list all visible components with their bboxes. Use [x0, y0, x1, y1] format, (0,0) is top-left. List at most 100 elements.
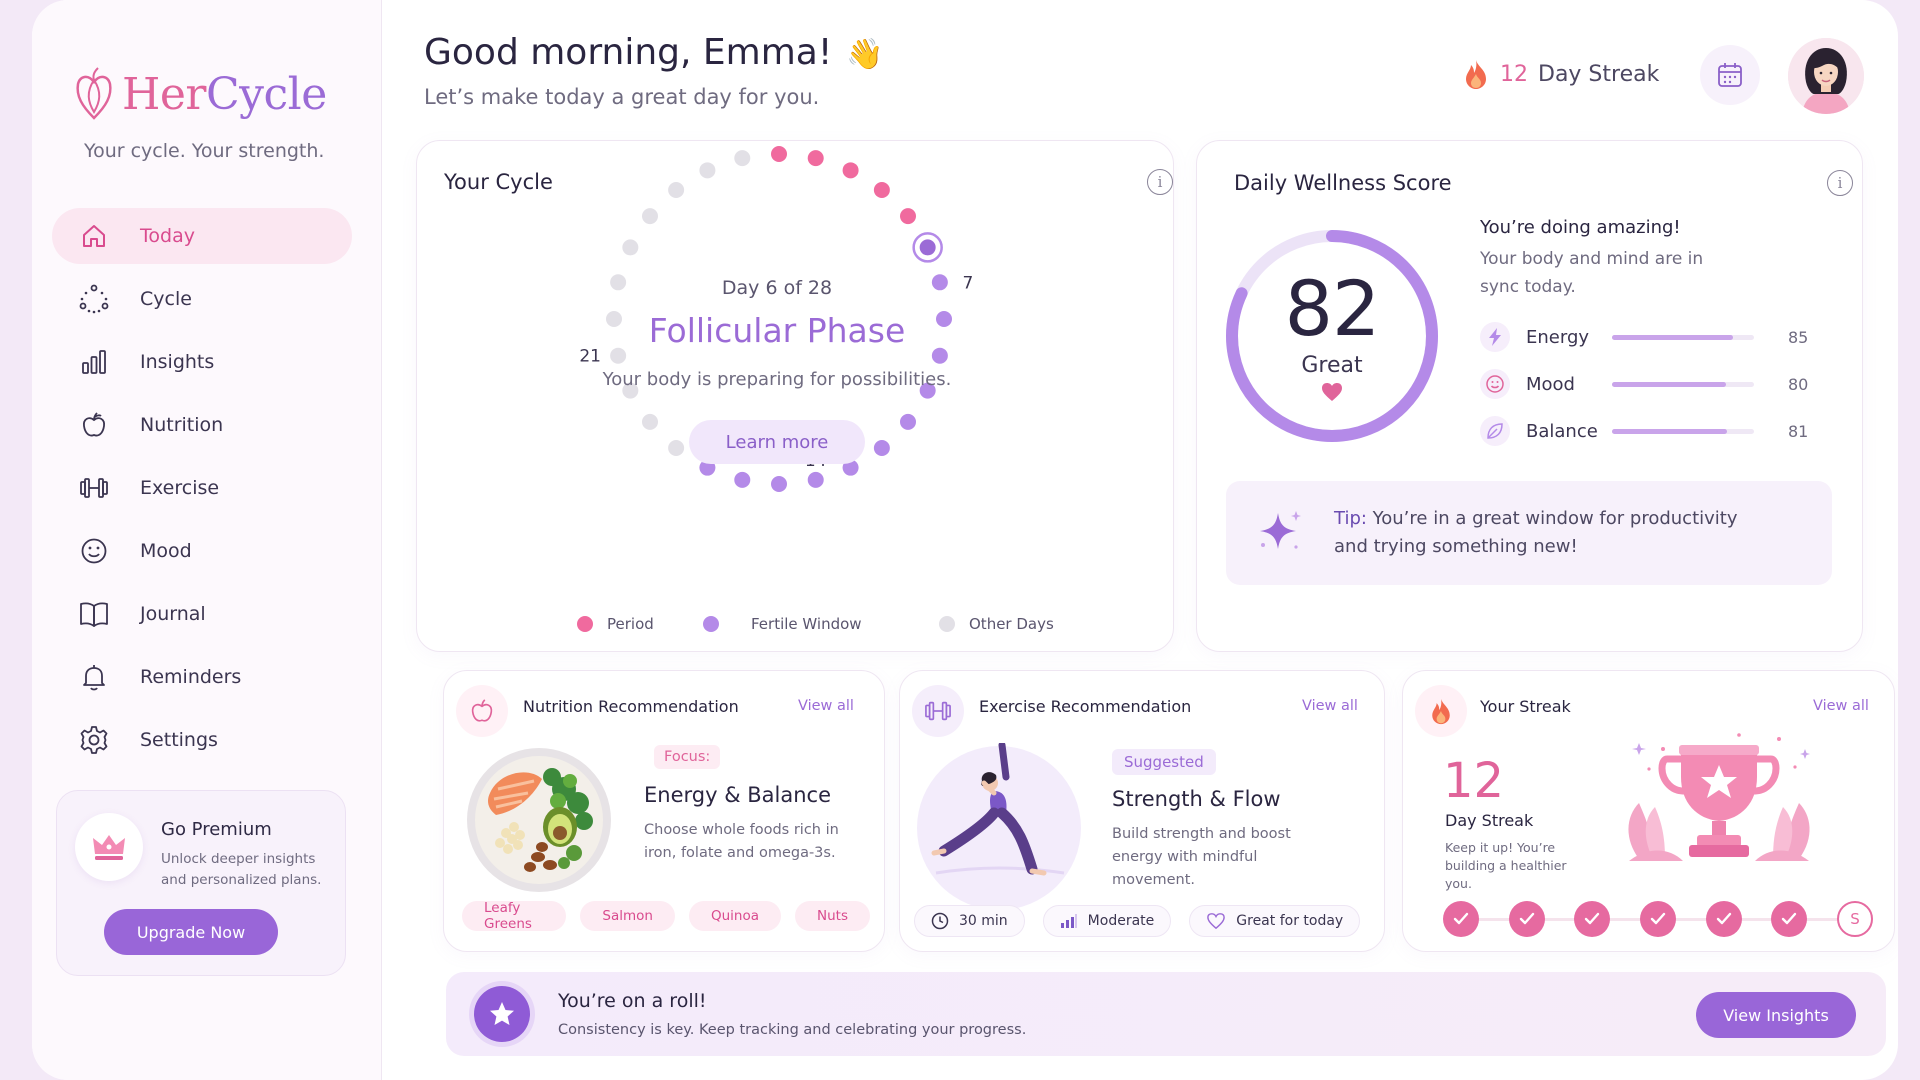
chip-label: 30 min [959, 913, 1008, 929]
cycle-day-dot-fertile[interactable] [734, 471, 751, 488]
tag-salmon[interactable]: Salmon [580, 901, 675, 931]
wellness-score: 82 Great [1227, 269, 1437, 406]
legend-swatch-other [939, 616, 955, 632]
sidebar-item-insights[interactable]: Insights [52, 334, 352, 390]
tip-body: You’re in a great window for productivit… [1334, 508, 1738, 557]
page-title: Good morning, Emma! 👋 [424, 32, 884, 73]
streak-description: Keep it up! You’re building a healthier … [1445, 840, 1567, 891]
metric-bar [1612, 428, 1754, 434]
brand-tagline: Your cycle. Your strength. [84, 140, 325, 162]
suggested-badge: Suggested [1112, 749, 1216, 775]
tip-prefix: Tip: [1334, 508, 1367, 529]
apple-icon [78, 409, 110, 441]
sidebar-item-label: Today [140, 225, 195, 247]
cycle-day-dot-other[interactable] [622, 239, 639, 256]
exercise-card-title: Exercise Recommendation [979, 697, 1192, 716]
tag-nuts[interactable]: Nuts [795, 901, 870, 931]
streak-number: 12 [1443, 753, 1505, 809]
streak-day-complete-check-icon [1574, 901, 1611, 937]
cycle-day-dot-other[interactable] [668, 181, 685, 198]
metric-bar [1612, 334, 1754, 340]
signal-bars-icon [1060, 913, 1078, 929]
cycle-day: Day 6 of 28 [721, 277, 833, 299]
sidebar-item-label: Settings [140, 729, 218, 751]
yoga-pose-illustration [917, 743, 1081, 910]
sidebar-item-label: Exercise [140, 477, 220, 499]
recommendation-chip: Great for today [1189, 905, 1361, 937]
streak-view-all-link[interactable]: View all [1813, 698, 1869, 714]
streak-label: Day Streak [1445, 811, 1534, 830]
app-window: HerCycle Your cycle. Your strength. Toda… [32, 0, 1898, 1080]
smile-icon [78, 535, 110, 567]
streak-indicator[interactable]: 12 Day Streak [1464, 58, 1659, 90]
bar-chart-icon [78, 346, 110, 378]
chip-label: Moderate [1087, 913, 1155, 929]
cycle-day-dot-other[interactable] [734, 150, 751, 167]
streak-day-complete-check-icon [1443, 901, 1479, 937]
sidebar-nav: Today Cycle Insights Nutrition Exercise … [52, 208, 352, 775]
nutrition-view-all-link[interactable]: View all [798, 698, 854, 714]
calendar-button[interactable] [1700, 45, 1760, 105]
cycle-day-dot-fertile[interactable] [807, 471, 824, 488]
brand-name: HerCycle [122, 69, 327, 120]
nutrition-rec-description: Choose whole foods rich in iron, folate … [644, 822, 839, 861]
trophy-illustration [1628, 733, 1810, 861]
sidebar-item-label: Journal [140, 603, 206, 625]
wellness-score-value: 82 [1284, 264, 1381, 353]
metric-bar-fill [1612, 334, 1733, 340]
metric-bar-fill [1612, 381, 1726, 387]
user-avatar[interactable] [1788, 38, 1864, 114]
sidebar: HerCycle Your cycle. Your strength. Toda… [32, 0, 382, 1080]
sidebar-item-exercise[interactable]: Exercise [52, 460, 352, 516]
sidebar-item-cycle[interactable]: Cycle [52, 271, 352, 327]
wellness-description: Your body and mind are in sync today. [1480, 249, 1704, 297]
dumbbell-icon [912, 685, 964, 737]
cycle-day-dot-period[interactable] [807, 150, 824, 167]
exercise-view-all-link[interactable]: View all [1302, 698, 1358, 714]
brand-logo[interactable]: HerCycle [72, 66, 327, 122]
metric-energy: Energy 85 [1480, 321, 1840, 353]
learn-more-button[interactable]: Learn more [689, 420, 865, 464]
streak-card: Your Streak View all 12 Day Streak Keep … [1402, 670, 1895, 952]
cycle-day-dot-other[interactable] [641, 208, 658, 225]
tag-leafy-greens[interactable]: Leafy Greens [462, 900, 567, 932]
cycle-day-dot-period[interactable] [842, 162, 859, 179]
flame-icon [1415, 685, 1467, 737]
flame-icon [1466, 60, 1486, 89]
tag-quinoa[interactable]: Quinoa [688, 901, 782, 931]
cycle-phase: Follicular Phase [648, 311, 906, 350]
cycle-icon [78, 283, 110, 315]
sidebar-item-settings[interactable]: Settings [52, 712, 352, 768]
view-insights-button[interactable]: View Insights [1696, 992, 1856, 1038]
sidebar-item-journal[interactable]: Journal [52, 586, 352, 642]
metric-bar [1612, 381, 1754, 387]
sidebar-item-today[interactable]: Today [52, 208, 352, 264]
nutrition-rec-title: Energy & Balance [644, 783, 832, 807]
sidebar-item-reminders[interactable]: Reminders [52, 649, 352, 705]
star-icon [474, 986, 530, 1042]
cycle-day-dot-period[interactable] [873, 181, 890, 198]
legend-label: Period [607, 615, 654, 633]
cycle-current-day-dot[interactable] [919, 239, 936, 256]
cycle-day-dot-other[interactable] [699, 162, 716, 179]
cycle-day-dot-period[interactable] [900, 208, 917, 225]
legend-fertile: Fertile Window [703, 615, 862, 633]
upgrade-now-button[interactable]: Upgrade Now [104, 909, 278, 955]
tip-box: Tip: You’re in a great window for produc… [1226, 481, 1832, 585]
sidebar-item-nutrition[interactable]: Nutrition [52, 397, 352, 453]
apple-icon [456, 685, 508, 737]
exercise-rec-title: Strength & Flow [1112, 787, 1281, 811]
metric-value: 85 [1788, 327, 1809, 347]
leaf-icon [1480, 416, 1510, 446]
streak-card-title: Your Streak [1480, 697, 1571, 716]
legend-label: Other Days [969, 615, 1054, 633]
bell-icon [78, 661, 110, 693]
cycle-day-dot-fertile[interactable] [771, 476, 787, 492]
nutrition-card-title: Nutrition Recommendation [523, 697, 739, 716]
info-icon[interactable]: i [1827, 170, 1853, 196]
metric-bar-fill [1612, 428, 1728, 434]
cycle-day-dot-period[interactable] [771, 146, 787, 162]
streak-label: Day Streak [1538, 61, 1660, 87]
home-icon [78, 220, 110, 252]
sidebar-item-mood[interactable]: Mood [52, 523, 352, 579]
